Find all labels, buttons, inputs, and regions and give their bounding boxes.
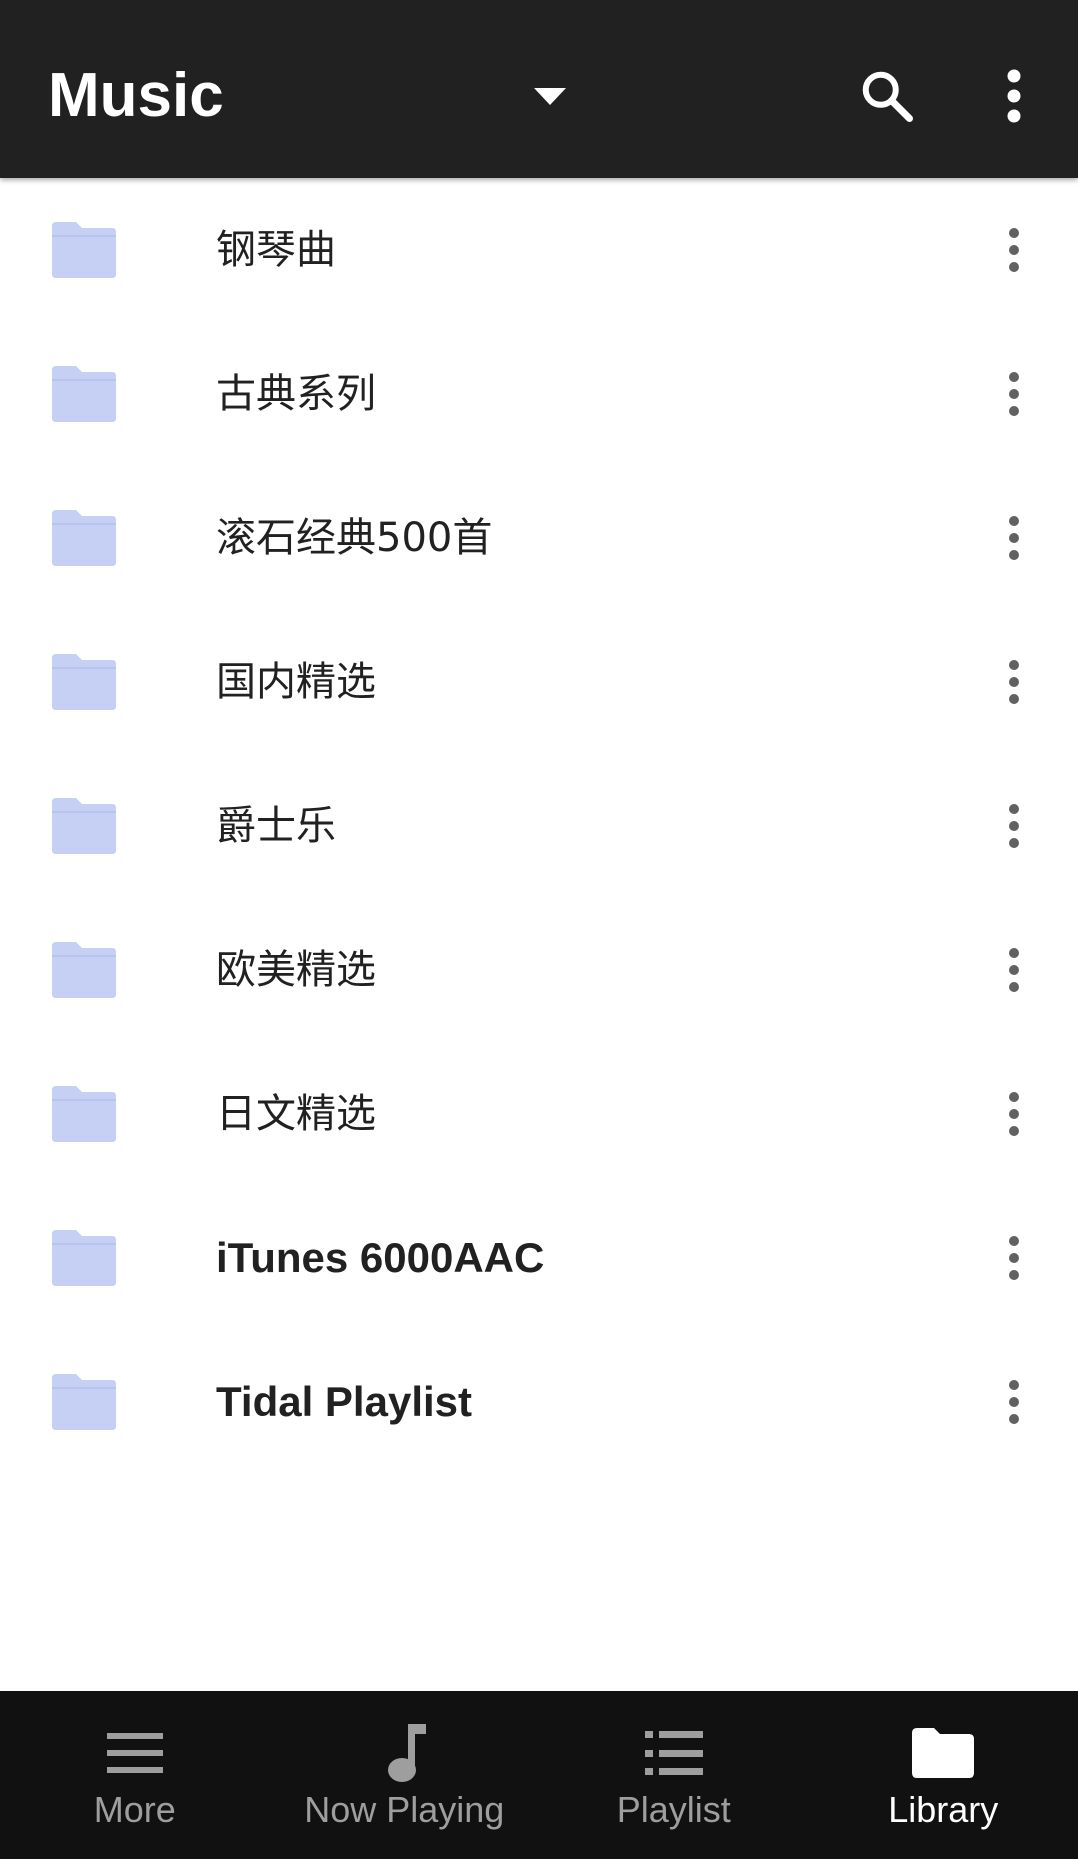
list-icon	[644, 1731, 703, 1775]
folder-row[interactable]: iTunes 6000AAC	[0, 1186, 1078, 1330]
folder-overflow-button[interactable]	[992, 930, 1036, 1010]
folder-label: 钢琴曲	[216, 227, 336, 273]
more-vert-icon	[1007, 69, 1021, 123]
folder-overflow-button[interactable]	[992, 1218, 1036, 1298]
folder-icon	[52, 1086, 116, 1142]
nav-item-playlist[interactable]: Playlist	[539, 1691, 809, 1859]
nav-item-now-playing[interactable]: Now Playing	[270, 1691, 540, 1859]
app-bar: Music	[0, 0, 1078, 178]
overflow-menu-button[interactable]	[973, 56, 1055, 136]
folder-overflow-button[interactable]	[992, 642, 1036, 722]
folder-overflow-button[interactable]	[992, 498, 1036, 578]
folder-row[interactable]: 古典系列	[0, 322, 1078, 466]
music-note-icon	[388, 1724, 427, 1782]
folder-icon	[52, 798, 116, 854]
nav-item-more[interactable]: More	[0, 1691, 270, 1859]
folder-icon	[52, 942, 116, 998]
folder-overflow-button[interactable]	[992, 1362, 1036, 1442]
more-vert-icon	[1009, 660, 1019, 704]
folder-label: iTunes 6000AAC	[216, 1234, 545, 1281]
folder-icon-wrap	[52, 1374, 116, 1430]
folder-icon-wrap	[52, 1086, 116, 1142]
folder-icon-wrap	[52, 222, 116, 278]
more-vert-icon	[1009, 1092, 1019, 1136]
folder-icon	[52, 1230, 116, 1286]
library-dropdown-button[interactable]	[520, 60, 580, 132]
menu-icon	[106, 1733, 163, 1773]
folder-row[interactable]: 钢琴曲	[0, 178, 1078, 322]
folder-overflow-button[interactable]	[992, 210, 1036, 290]
folder-icon-wrap	[52, 510, 116, 566]
more-vert-icon	[1009, 372, 1019, 416]
nav-icon-wrap	[106, 1723, 163, 1783]
app-title: Music	[48, 61, 224, 130]
folder-icon-wrap	[52, 942, 116, 998]
nav-label: More	[93, 1789, 176, 1830]
folder-overflow-button[interactable]	[992, 354, 1036, 434]
folder-icon-wrap	[52, 1230, 116, 1286]
folder-list: 钢琴曲 古典系列 滚石经典500首 国内精选 爵士乐 欧美精选 日文精选 iTu…	[0, 178, 1078, 1474]
folder-icon	[52, 222, 116, 278]
folder-overflow-button[interactable]	[992, 786, 1036, 866]
nav-label: Now Playing	[304, 1789, 505, 1830]
folder-icon-wrap	[52, 654, 116, 710]
folder-label: Tidal Playlist	[216, 1378, 472, 1425]
folder-icon	[52, 510, 116, 566]
more-vert-icon	[1009, 804, 1019, 848]
folder-row[interactable]: Tidal Playlist	[0, 1330, 1078, 1474]
folder-icon	[912, 1728, 975, 1778]
more-vert-icon	[1009, 228, 1019, 272]
folder-label: 古典系列	[216, 371, 376, 417]
nav-icon-wrap	[912, 1723, 975, 1783]
nav-label: Library	[888, 1789, 999, 1830]
folder-row[interactable]: 滚石经典500首	[0, 466, 1078, 610]
more-vert-icon	[1009, 1380, 1019, 1424]
more-vert-icon	[1009, 1236, 1019, 1280]
folder-icon-wrap	[52, 798, 116, 854]
more-vert-icon	[1009, 948, 1019, 992]
folder-icon	[52, 654, 116, 710]
folder-label: 爵士乐	[216, 803, 336, 849]
nav-icon-wrap	[382, 1723, 427, 1783]
search-button[interactable]	[847, 56, 927, 136]
bottom-navigation: More Now Playing Playlist Library	[0, 1691, 1078, 1859]
folder-icon	[52, 1374, 116, 1430]
nav-icon-wrap	[644, 1723, 703, 1783]
folder-label: 日文精选	[216, 1091, 376, 1137]
folder-overflow-button[interactable]	[992, 1074, 1036, 1154]
search-icon	[862, 71, 913, 122]
more-vert-icon	[1009, 516, 1019, 560]
folder-row[interactable]: 欧美精选	[0, 898, 1078, 1042]
folder-row[interactable]: 日文精选	[0, 1042, 1078, 1186]
nav-item-library[interactable]: Library	[809, 1691, 1078, 1859]
folder-icon-wrap	[52, 366, 116, 422]
nav-label: Playlist	[616, 1789, 731, 1830]
chevron-down-icon	[534, 87, 566, 105]
folder-label: 滚石经典500首	[216, 515, 493, 561]
folder-icon	[52, 366, 116, 422]
folder-row[interactable]: 国内精选	[0, 610, 1078, 754]
folder-label: 欧美精选	[216, 947, 376, 993]
folder-row[interactable]: 爵士乐	[0, 754, 1078, 898]
folder-label: 国内精选	[216, 659, 376, 705]
